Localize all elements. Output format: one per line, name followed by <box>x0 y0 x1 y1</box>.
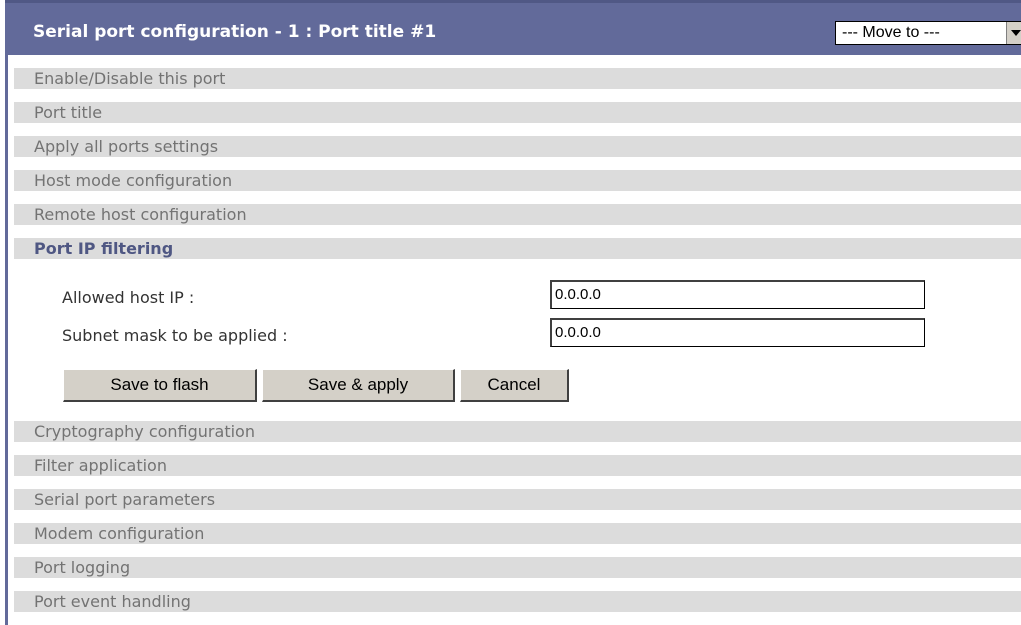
allowed-host-label: Allowed host IP : <box>62 288 195 307</box>
allowed-host-input[interactable]: 0.0.0.0 <box>550 280 925 309</box>
move-to-label: --- Move to --- <box>842 24 940 41</box>
section-label: Enable/Disable this port <box>34 69 226 88</box>
subnet-mask-input[interactable]: 0.0.0.0 <box>550 318 925 347</box>
save-to-flash-button[interactable]: Save to flash <box>63 369 257 402</box>
section-label: Remote host configuration <box>34 205 247 224</box>
section-label: Port event handling <box>34 592 191 611</box>
section-label: Serial port parameters <box>34 490 216 509</box>
section-label: Host mode configuration <box>34 171 233 190</box>
config-panel: Serial port configuration - 1 : Port tit… <box>5 0 1021 625</box>
left-border <box>5 55 8 625</box>
section-label: Port IP filtering <box>34 239 174 258</box>
section-enable-disable[interactable]: Enable/Disable this port <box>14 68 1021 89</box>
section-label: Filter application <box>34 456 167 475</box>
section-apply-all-ports[interactable]: Apply all ports settings <box>14 136 1021 157</box>
page-title: Serial port configuration - 1 : Port tit… <box>33 22 437 42</box>
section-port-ip-filtering[interactable]: Port IP filtering <box>14 238 1021 259</box>
section-label: Modem configuration <box>34 524 205 543</box>
section-modem-configuration[interactable]: Modem configuration <box>14 523 1021 544</box>
section-port-title[interactable]: Port title <box>14 102 1021 123</box>
section-label: Apply all ports settings <box>34 137 219 156</box>
section-remote-host[interactable]: Remote host configuration <box>14 204 1021 225</box>
section-label: Port title <box>34 103 103 122</box>
cancel-button[interactable]: Cancel <box>460 369 569 402</box>
panel-header: Serial port configuration - 1 : Port tit… <box>5 0 1021 55</box>
section-host-mode[interactable]: Host mode configuration <box>14 170 1021 191</box>
subnet-mask-label: Subnet mask to be applied : <box>62 326 288 345</box>
section-cryptography[interactable]: Cryptography configuration <box>14 421 1021 442</box>
move-to-select[interactable]: --- Move to --- <box>835 21 1021 45</box>
chevron-down-icon[interactable] <box>1006 22 1021 44</box>
section-label: Cryptography configuration <box>34 422 255 441</box>
section-port-event-handling[interactable]: Port event handling <box>14 591 1021 612</box>
section-port-logging[interactable]: Port logging <box>14 557 1021 578</box>
save-and-apply-button[interactable]: Save & apply <box>262 369 455 402</box>
section-filter-application[interactable]: Filter application <box>14 455 1021 476</box>
section-label: Port logging <box>34 558 131 577</box>
section-serial-port-parameters[interactable]: Serial port parameters <box>14 489 1021 510</box>
